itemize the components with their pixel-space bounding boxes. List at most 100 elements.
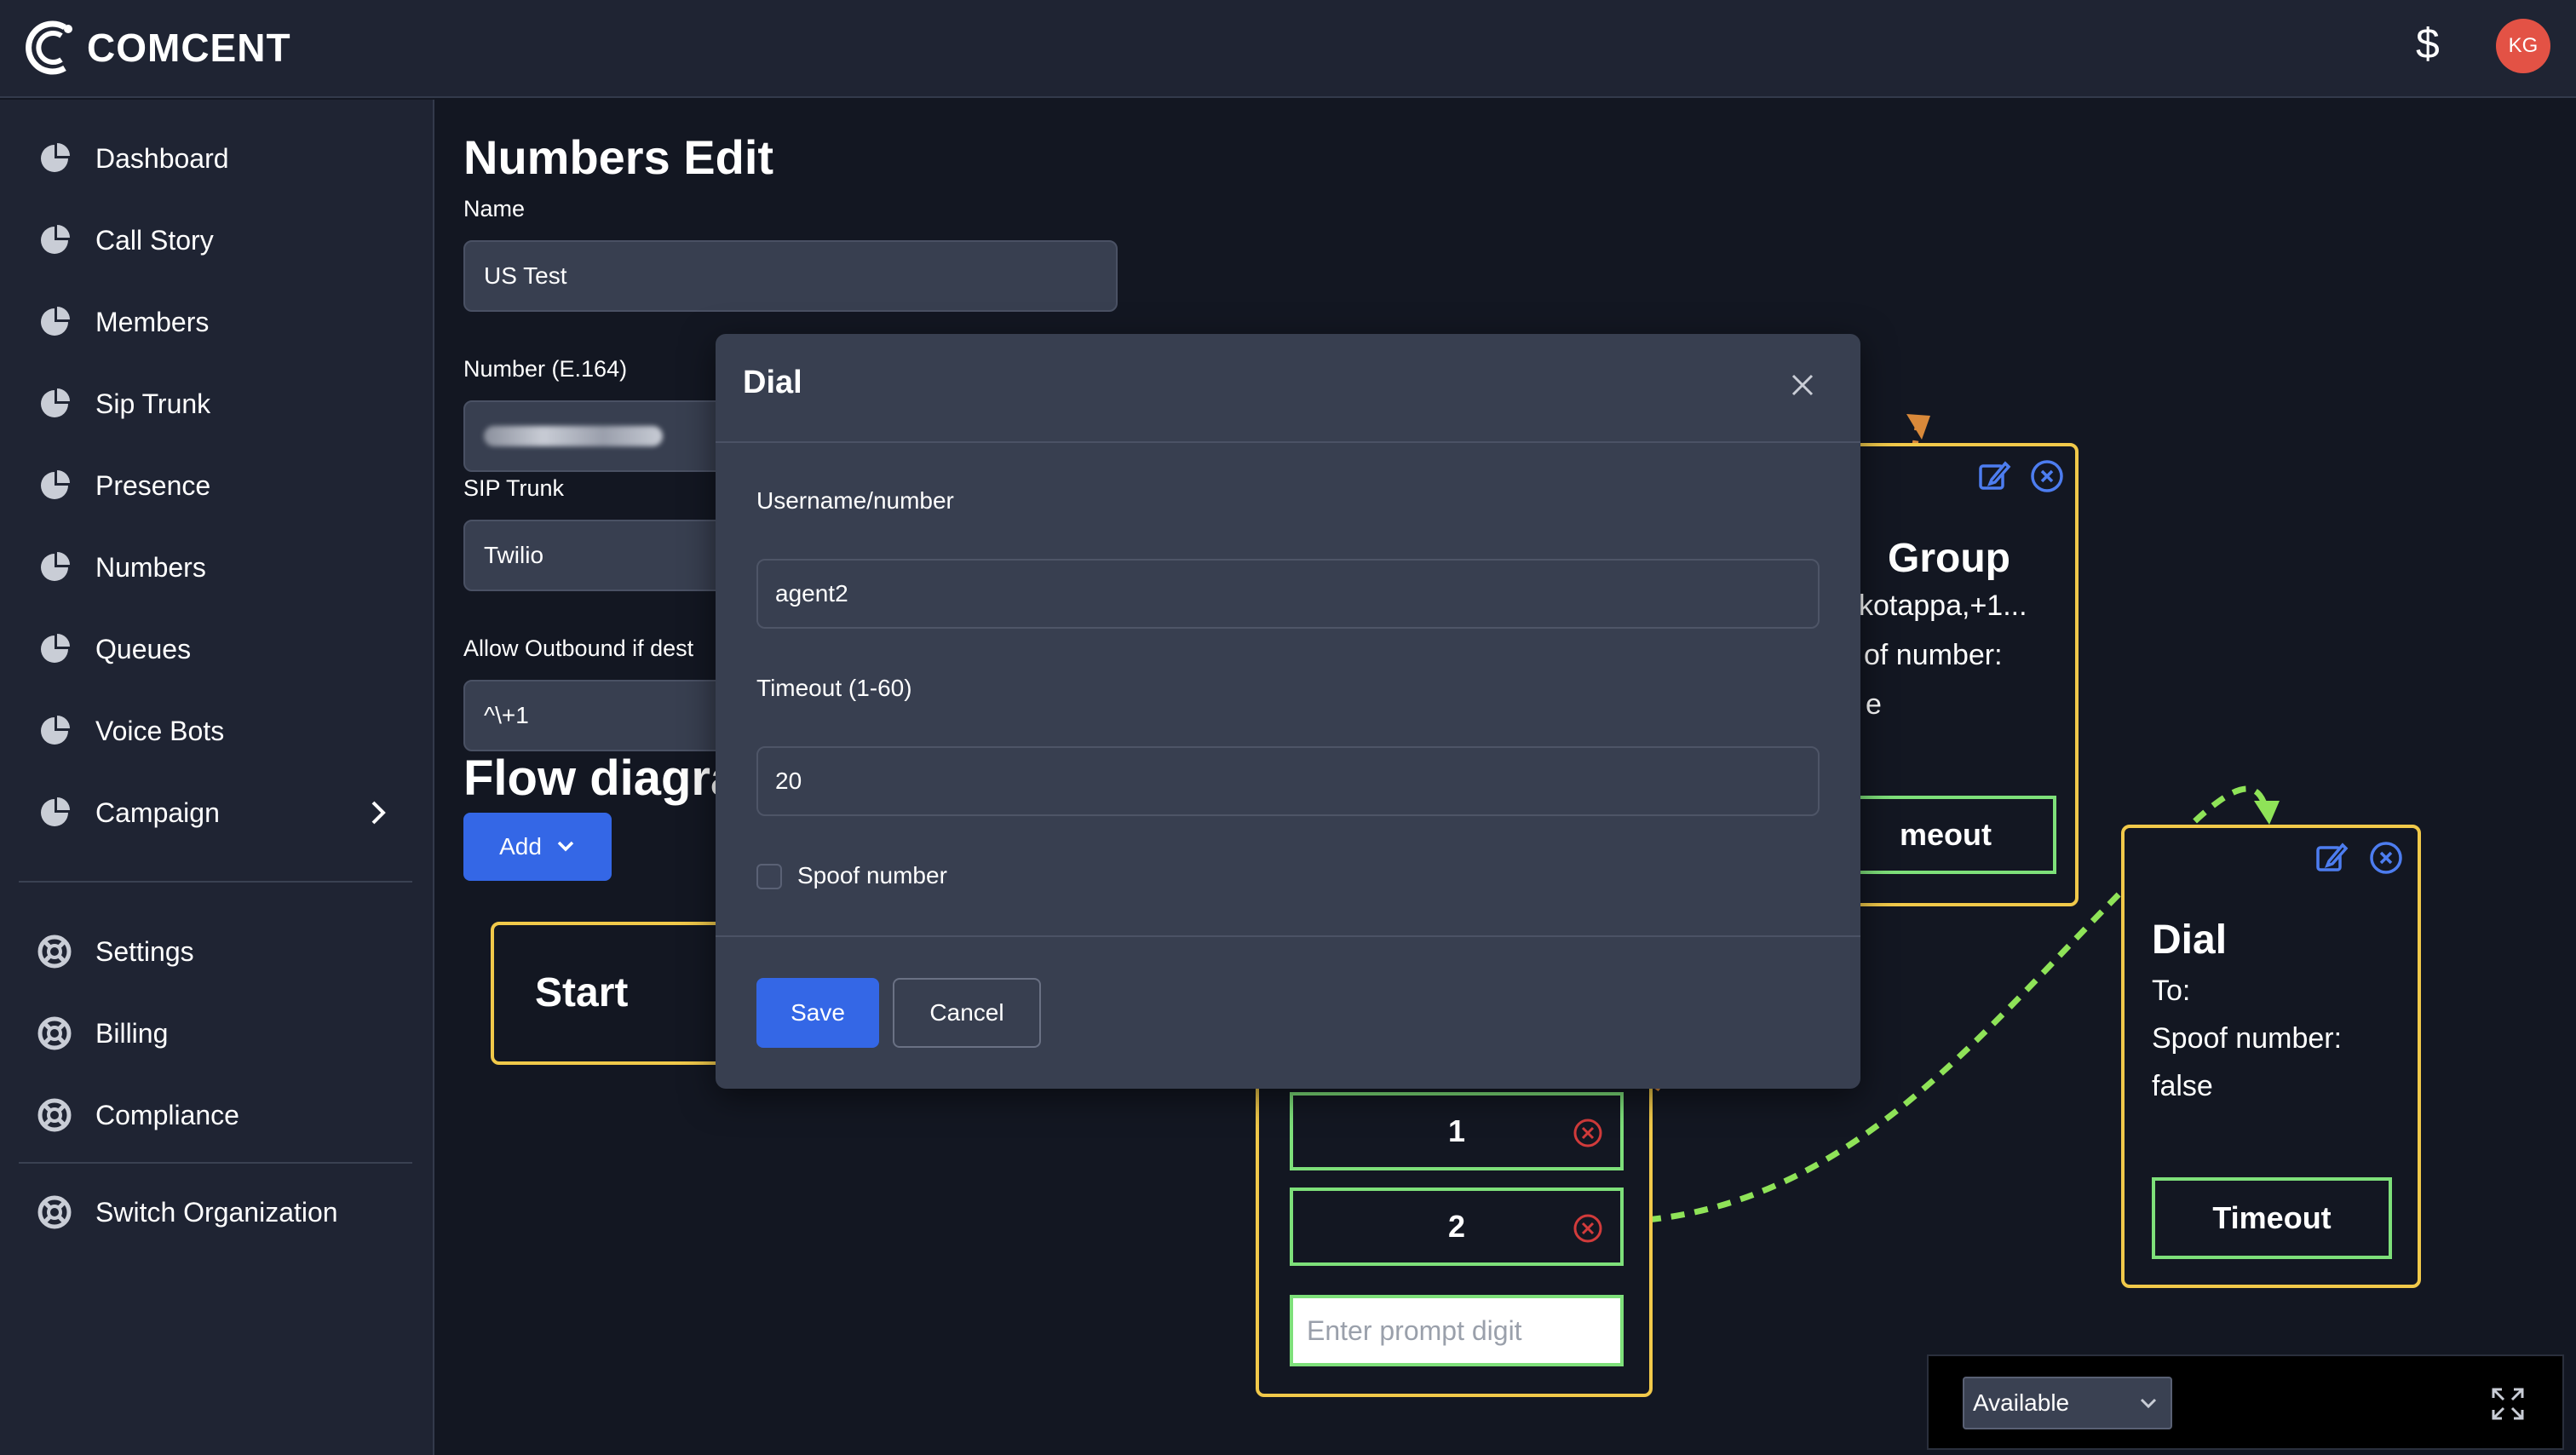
menu-option-label: 1	[1447, 1113, 1466, 1148]
name-input[interactable]: US Test	[463, 240, 1118, 312]
sip-trunk-label: SIP Trunk	[463, 475, 565, 501]
dial-node[interactable]: Dial To: Spoof number: false Timeout	[2121, 825, 2421, 1288]
connector-orange-arrow	[1906, 414, 1930, 440]
spoof-number-label: Spoof number	[797, 862, 947, 889]
sip-trunk-select[interactable]: Twilio	[463, 520, 736, 591]
pie-chart-icon	[41, 552, 70, 581]
add-node-button[interactable]: Add	[463, 813, 612, 881]
dial-timeout-output[interactable]: Timeout	[2152, 1177, 2392, 1259]
username-input[interactable]: agent2	[756, 559, 1820, 629]
outbound-pattern-input[interactable]: ^\+1	[463, 680, 736, 751]
group-node-title: Group	[1888, 536, 2010, 581]
timeout-input[interactable]: 20	[756, 746, 1820, 816]
sidebar-item-voice-bots[interactable]: Voice Bots	[0, 697, 430, 765]
add-button-label: Add	[499, 833, 542, 860]
pie-chart-icon	[41, 143, 70, 172]
billing-dollar-icon[interactable]: $	[2416, 19, 2440, 68]
dial-modal: Dial Username/number agent2 Timeout (1-6…	[716, 334, 1860, 1089]
sidebar-item-label: Presence	[95, 469, 211, 501]
menu-option-2[interactable]: 2	[1290, 1188, 1624, 1266]
dial-node-spoof-label: Spoof number:	[2152, 1022, 2343, 1055]
status-value: Available	[1973, 1389, 2070, 1416]
pie-chart-icon	[41, 388, 70, 417]
edit-icon[interactable]	[1976, 458, 2012, 494]
connector-green-arrow	[2254, 801, 2280, 825]
chevron-down-icon	[557, 841, 574, 852]
pie-chart-icon	[41, 470, 70, 499]
sidebar-item-settings[interactable]: Settings	[0, 917, 430, 986]
group-node-members: kotappa,+1...	[1859, 589, 2027, 622]
flow-diagram-title: Flow diagra	[463, 751, 739, 806]
status-select[interactable]: Available	[1963, 1377, 2172, 1429]
sidebar-item-billing[interactable]: Billing	[0, 999, 430, 1067]
sidebar-item-label: Queues	[95, 633, 192, 664]
group-node-spoof-label: of number:	[1864, 639, 2003, 671]
sidebar-item-queues[interactable]: Queues	[0, 615, 430, 683]
group-node-spoof-value: e	[1866, 688, 1882, 721]
menu-option-1[interactable]: 1	[1290, 1092, 1624, 1170]
user-avatar[interactable]: KG	[2496, 19, 2550, 73]
delete-circle-icon[interactable]	[1573, 1118, 1603, 1148]
lifebuoy-icon	[37, 1098, 72, 1132]
prompt-digit-input[interactable]: Enter prompt digit	[1290, 1295, 1624, 1366]
sidebar-item-campaign[interactable]: Campaign	[0, 779, 430, 847]
sidebar-divider	[19, 881, 412, 883]
sidebar-item-label: Compliance	[95, 1099, 239, 1130]
sidebar-item-dashboard[interactable]: Dashboard	[0, 124, 430, 193]
sidebar-item-label: Campaign	[95, 797, 220, 828]
modal-title: Dial	[743, 365, 802, 400]
save-button[interactable]: Save	[756, 978, 879, 1048]
expand-icon[interactable]	[2491, 1387, 2525, 1421]
delete-circle-icon[interactable]	[1573, 1213, 1603, 1244]
dial-node-to: To:	[2152, 975, 2191, 1007]
start-node-title: Start	[535, 970, 629, 1015]
edit-icon[interactable]	[2314, 840, 2349, 876]
name-label: Name	[463, 196, 526, 221]
close-circle-icon[interactable]	[2368, 840, 2404, 876]
brand-logo[interactable]: COMCENT	[26, 14, 291, 82]
sidebar-item-label: Billing	[95, 1017, 169, 1049]
pie-chart-icon	[41, 225, 70, 254]
close-circle-icon[interactable]	[2029, 458, 2065, 494]
lifebuoy-icon	[37, 1016, 72, 1050]
lifebuoy-icon	[37, 1195, 72, 1229]
cancel-button[interactable]: Cancel	[893, 978, 1041, 1048]
brand-name: COMCENT	[87, 26, 291, 70]
sidebar-item-presence[interactable]: Presence	[0, 451, 430, 520]
sidebar-item-call-story[interactable]: Call Story	[0, 206, 430, 274]
sidebar-item-label: Dashboard	[95, 142, 229, 174]
number-input[interactable]	[463, 400, 736, 472]
close-icon[interactable]	[1791, 373, 1814, 397]
agent-status-panel: Available	[1927, 1354, 2564, 1450]
sidebar-item-label: Members	[95, 306, 210, 337]
sidebar-item-label: Numbers	[95, 551, 206, 583]
sidebar: Dashboard Call Story Members Sip Trunk P…	[0, 100, 434, 1455]
timeout-label: Timeout (1-60)	[756, 675, 912, 701]
pie-chart-icon	[41, 797, 70, 826]
pie-chart-icon	[41, 716, 70, 745]
page-title: Numbers Edit	[463, 130, 774, 184]
modal-divider	[716, 441, 1860, 443]
sidebar-item-switch-organization[interactable]: Switch Organization	[0, 1178, 430, 1246]
modal-divider	[716, 935, 1860, 937]
sidebar-item-sip-trunk[interactable]: Sip Trunk	[0, 370, 430, 438]
username-label: Username/number	[756, 487, 954, 514]
dial-node-title: Dial	[2152, 917, 2228, 963]
sidebar-item-label: Switch Organization	[95, 1196, 338, 1228]
spoof-number-checkbox[interactable]	[756, 864, 782, 889]
sidebar-item-numbers[interactable]: Numbers	[0, 533, 430, 601]
pie-chart-icon	[41, 634, 70, 663]
start-node[interactable]: Start	[491, 922, 738, 1065]
chevron-down-icon	[2140, 1398, 2157, 1409]
sidebar-item-members[interactable]: Members	[0, 288, 430, 356]
number-label: Number (E.164)	[463, 356, 628, 382]
sidebar-item-label: Call Story	[95, 224, 214, 256]
group-timeout-output[interactable]: meout	[1835, 796, 2056, 874]
sidebar-item-label: Settings	[95, 935, 194, 967]
outbound-label: Allow Outbound if dest	[463, 635, 694, 661]
sidebar-item-compliance[interactable]: Compliance	[0, 1081, 430, 1149]
lifebuoy-icon	[37, 935, 72, 969]
sidebar-divider	[19, 1162, 412, 1164]
chevron-right-icon[interactable]	[365, 797, 390, 828]
menu-option-label: 2	[1447, 1209, 1466, 1244]
